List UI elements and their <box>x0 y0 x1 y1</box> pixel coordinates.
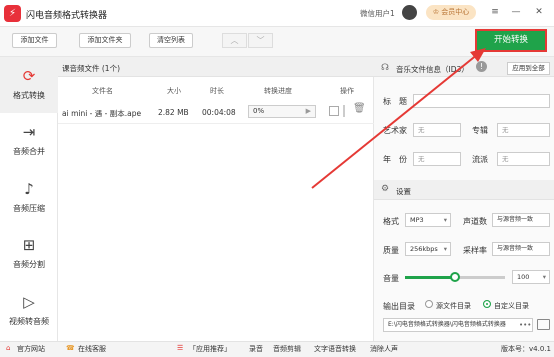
volume-value: 100 <box>517 273 530 281</box>
merge-icon: ⇥ <box>22 123 36 141</box>
sidebar-item-label: 音频压缩 <box>13 204 45 213</box>
file-count: 课音频文件 (1个) <box>62 64 121 73</box>
format-label: 格式 <box>383 217 399 226</box>
chevron-down-icon: ▾ <box>443 216 447 224</box>
home-icon: ⌂ <box>6 344 11 352</box>
file-duration: 00:04:08 <box>202 108 236 117</box>
column-header-size: 大小 <box>167 87 181 95</box>
vip-label: 会员中心 <box>441 8 470 16</box>
music-note-icon: ♪ <box>24 180 34 198</box>
website-link[interactable]: 官方网站 <box>17 344 45 354</box>
app-title: 闪电音频格式转换器 <box>26 11 108 21</box>
volume-fill <box>405 276 455 279</box>
move-up-icon[interactable]: ︿ <box>222 33 247 48</box>
sidebar-item-split[interactable]: ⊞ 音频分割 <box>0 226 58 282</box>
output-path-input[interactable]: E:\闪电音频格式转换器\闪电音频格式转换器 <box>383 318 533 332</box>
column-header-duration: 时长 <box>210 87 224 95</box>
sample-rate-label: 采样率 <box>463 246 487 255</box>
column-header-progress: 转换进度 <box>264 87 292 95</box>
play-icon: ▷ <box>23 293 35 311</box>
folder-open-icon[interactable] <box>537 319 550 330</box>
vip-center-button[interactable]: ♔ 会员中心 <box>426 5 476 20</box>
move-down-icon[interactable]: ﹀ <box>248 33 273 48</box>
clear-list-button[interactable]: 清空列表 <box>149 33 193 48</box>
source-dir-label: 源文件目录 <box>436 302 471 310</box>
quality-select[interactable]: 256kbps ▾ <box>405 242 451 256</box>
add-file-button[interactable]: 添加文件 <box>12 33 57 48</box>
format-select[interactable]: MP3 ▾ <box>405 213 451 227</box>
column-header-filename: 文件名 <box>92 87 113 95</box>
support-icon: ☎ <box>66 344 75 352</box>
app-recommend: 「应用推荐」 <box>189 345 231 353</box>
file-name: ai mini - 遇 - 副本.ape <box>62 109 142 118</box>
file-size: 2.82 MB <box>158 108 189 117</box>
quality-label: 质量 <box>383 246 399 255</box>
chevron-down-icon: ▾ <box>443 245 447 253</box>
channel-label: 声道数 <box>463 217 487 226</box>
tts-link[interactable]: 文字语音转换 <box>314 344 356 354</box>
red-arrow-annotation <box>311 48 486 189</box>
channel-value: 与源音频一致 <box>497 216 534 223</box>
version-label: 版本号：v4.0.1 <box>501 345 551 353</box>
sample-rate-select[interactable]: 与源音频一致 <box>492 242 550 256</box>
add-folder-button[interactable]: 添加文件夹 <box>79 33 131 48</box>
split-icon: ⊞ <box>22 236 36 254</box>
sidebar-item-merge[interactable]: ⇥ 音频合并 <box>0 113 58 169</box>
sidebar-item-label: 音频分割 <box>13 260 45 269</box>
source-dir-radio[interactable] <box>425 300 433 308</box>
more-icon[interactable]: ••• <box>519 321 531 329</box>
sidebar-item-label: 音频合并 <box>13 147 45 156</box>
chevron-down-icon: ▾ <box>542 273 546 281</box>
volume-input[interactable]: 100 ▾ <box>512 270 550 284</box>
audio-edit-link[interactable]: 音频剪辑 <box>273 344 301 354</box>
app-logo-icon: ⚡ <box>4 5 21 22</box>
vocal-remove-link[interactable]: 消除人声 <box>370 344 398 354</box>
custom-dir-label: 自定义目录 <box>494 302 529 310</box>
sidebar-item-compress[interactable]: ♪ 音频压缩 <box>0 170 58 226</box>
volume-label: 音量 <box>383 274 399 283</box>
output-dir-label: 输出目录 <box>383 302 415 311</box>
sidebar-item-label: 视频转音频 <box>9 317 49 326</box>
promo-icon: ☰ <box>177 344 184 352</box>
sidebar-item-video-to-audio[interactable]: ▷ 视频转音频 <box>0 283 58 339</box>
volume-slider-handle[interactable] <box>450 272 460 282</box>
support-link[interactable]: 在线客服 <box>78 344 106 354</box>
output-path: E:\闪电音频格式转换器\闪电音频格式转换器 <box>388 321 506 328</box>
sidebar-item-format-convert[interactable]: ⟳ 格式转换 <box>0 57 58 113</box>
format-value: MP3 <box>410 216 424 224</box>
menu-icon[interactable]: ≡ <box>489 7 501 17</box>
close-icon[interactable]: ✕ <box>533 7 545 17</box>
progress-text: 0% <box>253 107 265 115</box>
sidebar-item-label: 格式转换 <box>13 91 45 100</box>
user-name[interactable]: 微信用户1 <box>360 8 395 19</box>
channel-select[interactable]: 与源音频一致 <box>492 213 550 227</box>
avatar[interactable] <box>402 5 417 20</box>
convert-icon: ⟳ <box>22 67 36 85</box>
sample-rate-value: 与源音频一致 <box>497 245 534 252</box>
custom-dir-radio[interactable] <box>483 300 491 308</box>
recording-link[interactable]: 录音 <box>249 344 263 354</box>
minimize-icon[interactable]: — <box>510 7 522 17</box>
quality-value: 256kbps <box>410 245 438 253</box>
